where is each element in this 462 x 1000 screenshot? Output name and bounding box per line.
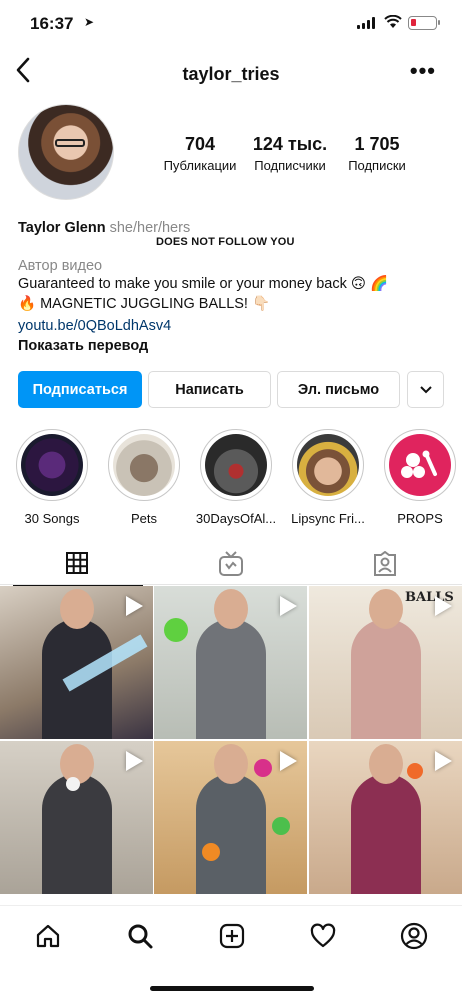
reel-icon	[126, 596, 143, 616]
profile-tabs	[0, 545, 462, 586]
wifi-icon	[384, 14, 402, 33]
grid-icon	[65, 552, 89, 579]
highlight-label: Lipsync Fri...	[291, 511, 365, 526]
reel-icon	[435, 596, 452, 616]
suggestions-button[interactable]	[407, 371, 444, 408]
post-thumbnail[interactable]	[154, 586, 307, 739]
reel-icon	[280, 596, 297, 616]
highlight-label: 30 Songs	[24, 511, 80, 526]
stat-following-value: 1 705	[354, 134, 400, 154]
email-button[interactable]: Эл. письмо	[277, 371, 400, 408]
post-figure-head	[59, 589, 94, 629]
stat-followers[interactable]: 124 тыс. Подписчики	[248, 134, 332, 173]
tagged-icon	[372, 550, 398, 581]
highlight-cover	[21, 434, 83, 496]
juggling-ball	[272, 817, 290, 835]
stat-posts-value: 704	[184, 134, 216, 154]
highlight-pets[interactable]: Pets	[107, 429, 181, 526]
highlight-label: 30DaysOfAl...	[195, 511, 277, 526]
profile-category: Автор видео	[18, 258, 103, 274]
post-figure-head	[213, 744, 248, 784]
translate-link[interactable]: Показать перевод	[18, 336, 148, 356]
juggling-ball	[407, 763, 423, 779]
profile-bio: Taylor Glenn she/her/hers Автор видео Gu…	[18, 218, 448, 354]
stat-following-label: Подписки	[348, 158, 406, 173]
signal-icon	[357, 17, 377, 29]
profile-header: taylor_tries •••	[0, 46, 462, 100]
location-arrow-icon: ➤	[84, 15, 95, 29]
status-time: 16:37	[30, 14, 74, 33]
bio-link[interactable]: youtu.be/0QBoLdhAsv4	[18, 316, 171, 336]
highlight-props[interactable]: PROPS	[383, 429, 457, 526]
stat-followers-value: 124 тыс.	[252, 134, 328, 154]
post-figure-head	[368, 744, 403, 784]
tab-tagged[interactable]	[372, 550, 398, 577]
juggling-ball	[254, 759, 272, 777]
follow-button[interactable]: Подписаться	[18, 371, 142, 408]
stat-posts[interactable]: 704 Публикации	[156, 134, 244, 173]
heart-icon[interactable]	[309, 922, 337, 950]
highlight-ring	[292, 429, 364, 501]
home-icon[interactable]	[34, 922, 62, 950]
tab-igtv[interactable]	[218, 551, 244, 577]
post-figure	[41, 774, 112, 894]
profile-name: Taylor Glenn	[18, 220, 106, 236]
igtv-icon	[218, 551, 244, 581]
reel-icon	[126, 751, 143, 771]
post-thumbnail[interactable]	[154, 741, 307, 894]
post-figure	[195, 619, 266, 739]
avatar[interactable]	[18, 104, 114, 200]
search-icon[interactable]	[126, 922, 154, 950]
highlight-lipsync[interactable]: Lipsync Fri...	[291, 429, 365, 526]
highlight-ring	[108, 429, 180, 501]
juggling-ball	[202, 843, 220, 861]
profile-pronouns: she/her/hers	[109, 220, 191, 236]
bio-text: Guaranteed to make you smile or your mon…	[18, 274, 448, 314]
post-figure	[350, 619, 421, 739]
bottom-nav	[0, 905, 462, 1000]
highlight-30-songs[interactable]: 30 Songs	[15, 429, 89, 526]
status-bar: 16:37 ➤	[0, 0, 462, 46]
tab-grid[interactable]	[13, 551, 143, 586]
props-juggling-icon	[389, 434, 451, 496]
post-figure	[350, 774, 421, 894]
bio-line-1: Guaranteed to make you smile or your mon…	[18, 276, 389, 292]
avatar-glasses	[55, 139, 85, 147]
stat-followers-label: Подписчики	[254, 158, 326, 173]
stat-following[interactable]: 1 705 Подписки	[336, 134, 418, 173]
battery-icon	[408, 16, 440, 30]
post-thumbnail[interactable]	[0, 741, 153, 894]
highlight-cover	[113, 434, 175, 496]
home-indicator	[150, 986, 314, 991]
chevron-down-icon	[419, 382, 432, 398]
reel-icon	[435, 751, 452, 771]
more-icon[interactable]: •••	[410, 58, 436, 84]
stat-posts-label: Публикации	[163, 158, 237, 173]
bio-line-2: 🔥 MAGNETIC JUGGLING BALLS! 👇🏻	[18, 296, 271, 312]
highlight-label: Pets	[130, 511, 157, 526]
reel-icon	[280, 751, 297, 771]
highlight-ring	[384, 429, 456, 501]
juggling-ball	[66, 777, 80, 791]
post-figure	[195, 774, 266, 894]
profile-icon[interactable]	[400, 922, 428, 950]
post-figure-head	[368, 589, 403, 629]
page-title: taylor_tries	[182, 64, 280, 84]
highlight-cover	[205, 434, 267, 496]
post-thumbnail[interactable]	[309, 741, 462, 894]
highlight-cover	[297, 434, 359, 496]
message-button[interactable]: Написать	[148, 371, 271, 408]
highlight-30days[interactable]: 30DaysOfAl...	[196, 429, 276, 526]
post-thumbnail[interactable]: BALLS	[309, 586, 462, 739]
post-thumbnail[interactable]	[0, 586, 153, 739]
post-figure-head	[213, 589, 248, 629]
follow-status-badge: DOES NOT FOLLOW YOU	[156, 236, 295, 248]
highlight-ring	[200, 429, 272, 501]
highlight-label: PROPS	[397, 511, 443, 526]
highlight-ring	[16, 429, 88, 501]
add-icon[interactable]	[218, 922, 246, 950]
juggling-ball	[164, 618, 188, 642]
